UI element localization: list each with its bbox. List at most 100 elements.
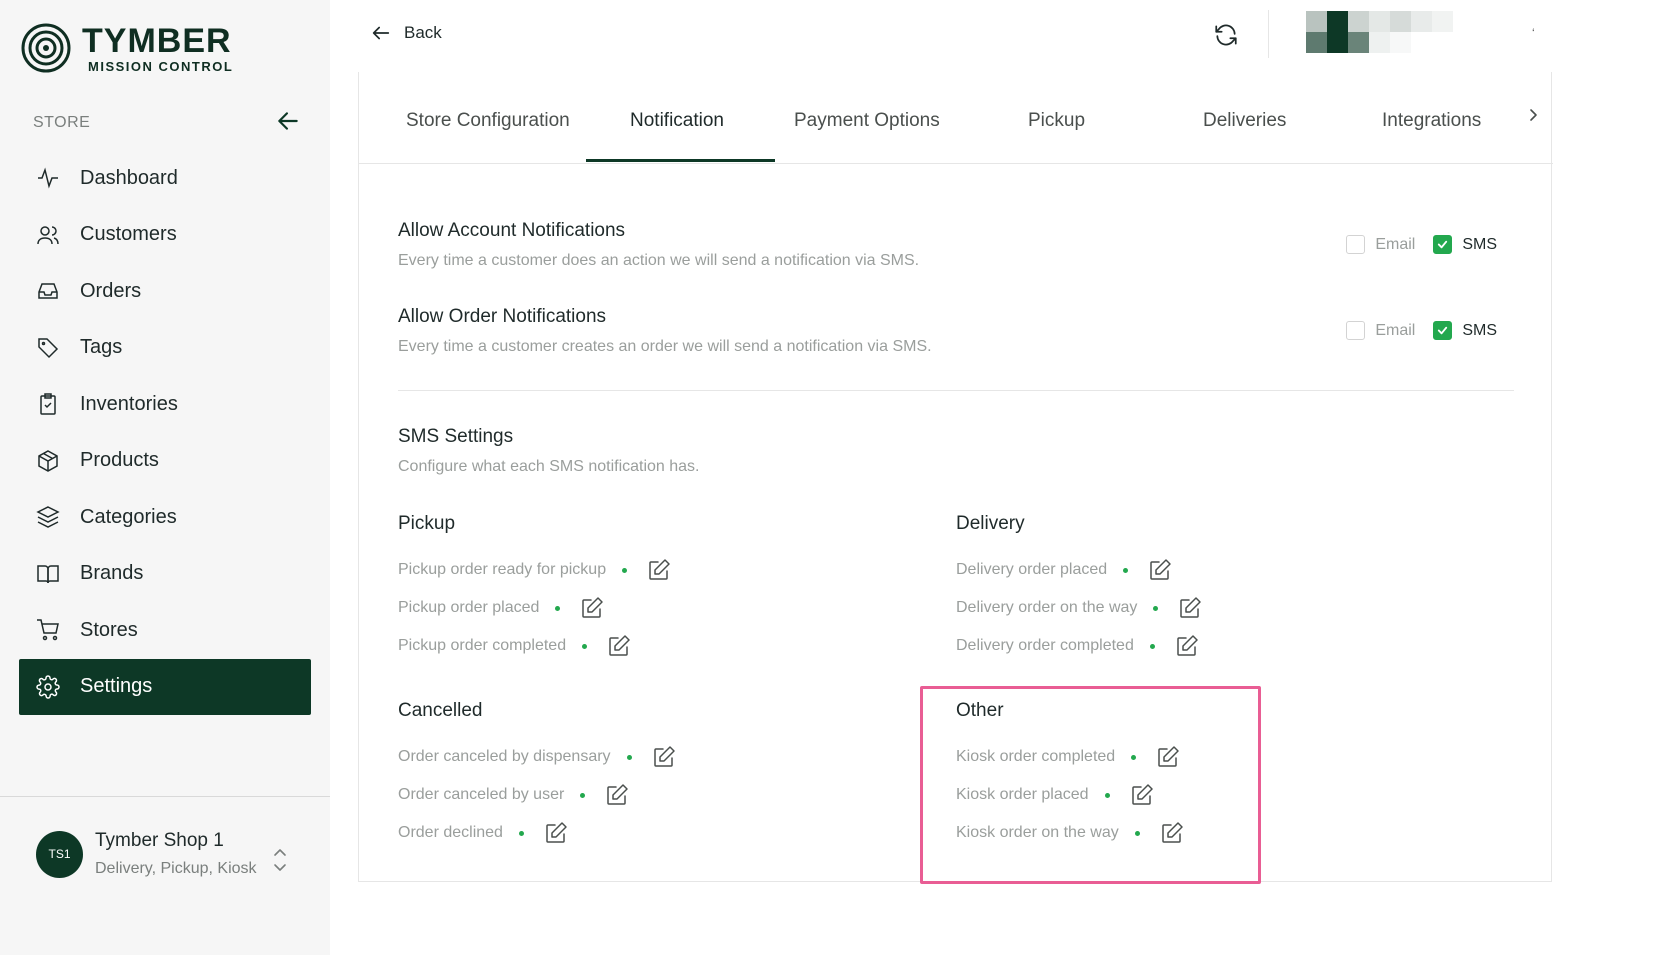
edit-icon[interactable] bbox=[652, 745, 676, 769]
sms-label: SMS bbox=[1462, 321, 1497, 339]
item-label: Kiosk order completed bbox=[956, 748, 1116, 765]
tabs-scroll-right-button[interactable] bbox=[1525, 106, 1541, 129]
sms-group-delivery: Delivery Delivery order placed Delivery … bbox=[956, 513, 1202, 665]
settings-tabs: Store Configuration Notification Payment… bbox=[359, 72, 1553, 164]
tab-integrations[interactable]: Integrations bbox=[1382, 110, 1481, 132]
shop-switch-button[interactable] bbox=[270, 845, 290, 880]
chevron-up-down-icon bbox=[274, 849, 286, 871]
topbar-divider bbox=[1268, 10, 1269, 58]
sidebar: TYMBER MISSION CONTROL STORE Dashboard C… bbox=[0, 0, 330, 955]
status-dot bbox=[1153, 605, 1159, 611]
edit-icon[interactable] bbox=[1160, 821, 1184, 845]
sms-group-other: Other Kiosk order completed Kiosk order … bbox=[956, 700, 1184, 852]
sidebar-divider bbox=[0, 796, 330, 797]
account-email-checkbox[interactable]: Email bbox=[1346, 235, 1415, 254]
item-label: Pickup order placed bbox=[398, 599, 540, 616]
list-item: Pickup order placed bbox=[398, 589, 671, 627]
edit-icon[interactable] bbox=[1148, 558, 1172, 582]
edit-icon[interactable] bbox=[1156, 745, 1180, 769]
list-item: Kiosk order on the way bbox=[956, 814, 1184, 852]
tymber-logo[interactable]: TYMBER MISSION CONTROL bbox=[20, 22, 233, 74]
sidebar-item-label: Tags bbox=[80, 336, 123, 358]
item-label: Order declined bbox=[398, 824, 503, 841]
sidebar-item-brands[interactable]: Brands bbox=[19, 546, 311, 602]
group-title: Other bbox=[956, 700, 1004, 721]
target-logo-icon bbox=[21, 23, 71, 73]
sidebar-item-label: Stores bbox=[80, 618, 138, 641]
refresh-icon bbox=[1215, 24, 1237, 46]
user-avatar[interactable] bbox=[1306, 11, 1474, 53]
check-icon bbox=[1438, 326, 1448, 335]
shop-selector[interactable]: TS1 Tymber Shop 1 Delivery, Pickup, Kios… bbox=[36, 830, 296, 878]
user-menu-caret-icon[interactable]: ‘ bbox=[1532, 26, 1535, 40]
sidebar-item-dashboard[interactable]: Dashboard bbox=[19, 150, 311, 206]
status-dot bbox=[626, 754, 632, 760]
status-dot bbox=[582, 643, 588, 649]
item-label: Delivery order on the way bbox=[956, 599, 1138, 616]
edit-icon[interactable] bbox=[607, 634, 631, 658]
store-section-header: STORE bbox=[33, 111, 301, 134]
checkbox-checked[interactable] bbox=[1433, 235, 1453, 254]
account-notifications-row: Allow Account Notifications Every time a… bbox=[398, 220, 1515, 270]
tab-pickup[interactable]: Pickup bbox=[1028, 110, 1085, 132]
order-email-checkbox[interactable]: Email bbox=[1346, 321, 1415, 340]
clipboard-check-icon bbox=[35, 391, 61, 417]
edit-icon[interactable] bbox=[1175, 634, 1199, 658]
sidebar-item-customers[interactable]: Customers bbox=[19, 207, 311, 263]
tag-icon bbox=[35, 335, 61, 361]
list-item: Pickup order completed bbox=[398, 627, 671, 665]
inbox-icon bbox=[35, 278, 61, 304]
edit-icon[interactable] bbox=[1178, 596, 1202, 620]
sidebar-item-settings[interactable]: Settings bbox=[19, 658, 311, 715]
item-label: Delivery order placed bbox=[956, 561, 1108, 578]
status-dot bbox=[580, 792, 586, 798]
sidebar-item-orders[interactable]: Orders bbox=[19, 263, 311, 319]
sidebar-item-products[interactable]: Products bbox=[19, 433, 311, 489]
checkbox-checked[interactable] bbox=[1433, 321, 1453, 340]
back-button[interactable]: Back bbox=[370, 22, 442, 44]
edit-icon[interactable] bbox=[544, 821, 568, 845]
sidebar-item-inventories[interactable]: Inventories bbox=[19, 376, 311, 432]
arrow-left-icon bbox=[278, 111, 298, 130]
status-dot bbox=[622, 567, 628, 573]
sidebar-item-label: Orders bbox=[80, 279, 142, 302]
edit-icon[interactable] bbox=[580, 596, 604, 620]
account-sms-checkbox[interactable]: SMS bbox=[1433, 235, 1497, 254]
item-label: Delivery order completed bbox=[956, 637, 1134, 654]
sms-group-cancelled: Cancelled Order canceled by dispensary O… bbox=[398, 700, 676, 852]
tab-store-configuration[interactable]: Store Configuration bbox=[406, 110, 570, 132]
refresh-button[interactable] bbox=[1213, 22, 1239, 53]
top-bar: Back ‘ bbox=[330, 0, 1664, 72]
tab-notification[interactable]: Notification bbox=[630, 110, 724, 132]
order-sms-checkbox[interactable]: SMS bbox=[1433, 321, 1497, 340]
edit-icon[interactable] bbox=[605, 783, 629, 807]
sidebar-item-label: Customers bbox=[80, 223, 177, 245]
sidebar-item-label: Categories bbox=[80, 505, 177, 528]
arrow-left-icon bbox=[372, 26, 390, 40]
status-dot bbox=[1149, 643, 1155, 649]
checkbox-unchecked[interactable] bbox=[1346, 235, 1366, 254]
tab-payment-options[interactable]: Payment Options bbox=[794, 110, 940, 132]
shopping-cart-icon bbox=[35, 617, 61, 643]
item-label: Kiosk order on the way bbox=[956, 824, 1119, 841]
status-dot bbox=[555, 605, 561, 611]
checkbox-unchecked[interactable] bbox=[1346, 321, 1366, 340]
sidebar-item-stores[interactable]: Stores bbox=[19, 602, 311, 658]
book-open-icon bbox=[35, 561, 61, 587]
sidebar-item-categories[interactable]: Categories bbox=[19, 489, 311, 545]
edit-icon[interactable] bbox=[1130, 783, 1154, 807]
list-item: Order canceled by dispensary bbox=[398, 738, 676, 776]
layers-icon bbox=[35, 504, 61, 530]
sidebar-item-tags[interactable]: Tags bbox=[19, 320, 311, 376]
tab-deliveries[interactable]: Deliveries bbox=[1203, 110, 1286, 132]
sidebar-item-label: Settings bbox=[80, 675, 153, 697]
sidebar-item-label: Brands bbox=[80, 562, 144, 584]
group-title: Delivery bbox=[956, 513, 1025, 534]
edit-icon[interactable] bbox=[647, 558, 671, 582]
logo-subtitle: MISSION CONTROL bbox=[88, 58, 234, 74]
sidebar-item-label: Inventories bbox=[80, 392, 178, 415]
collapse-sidebar-button[interactable] bbox=[275, 108, 301, 139]
order-notifications-row: Allow Order Notifications Every time a c… bbox=[398, 306, 1515, 356]
status-dot bbox=[1104, 792, 1110, 798]
list-item: Kiosk order placed bbox=[956, 776, 1184, 814]
